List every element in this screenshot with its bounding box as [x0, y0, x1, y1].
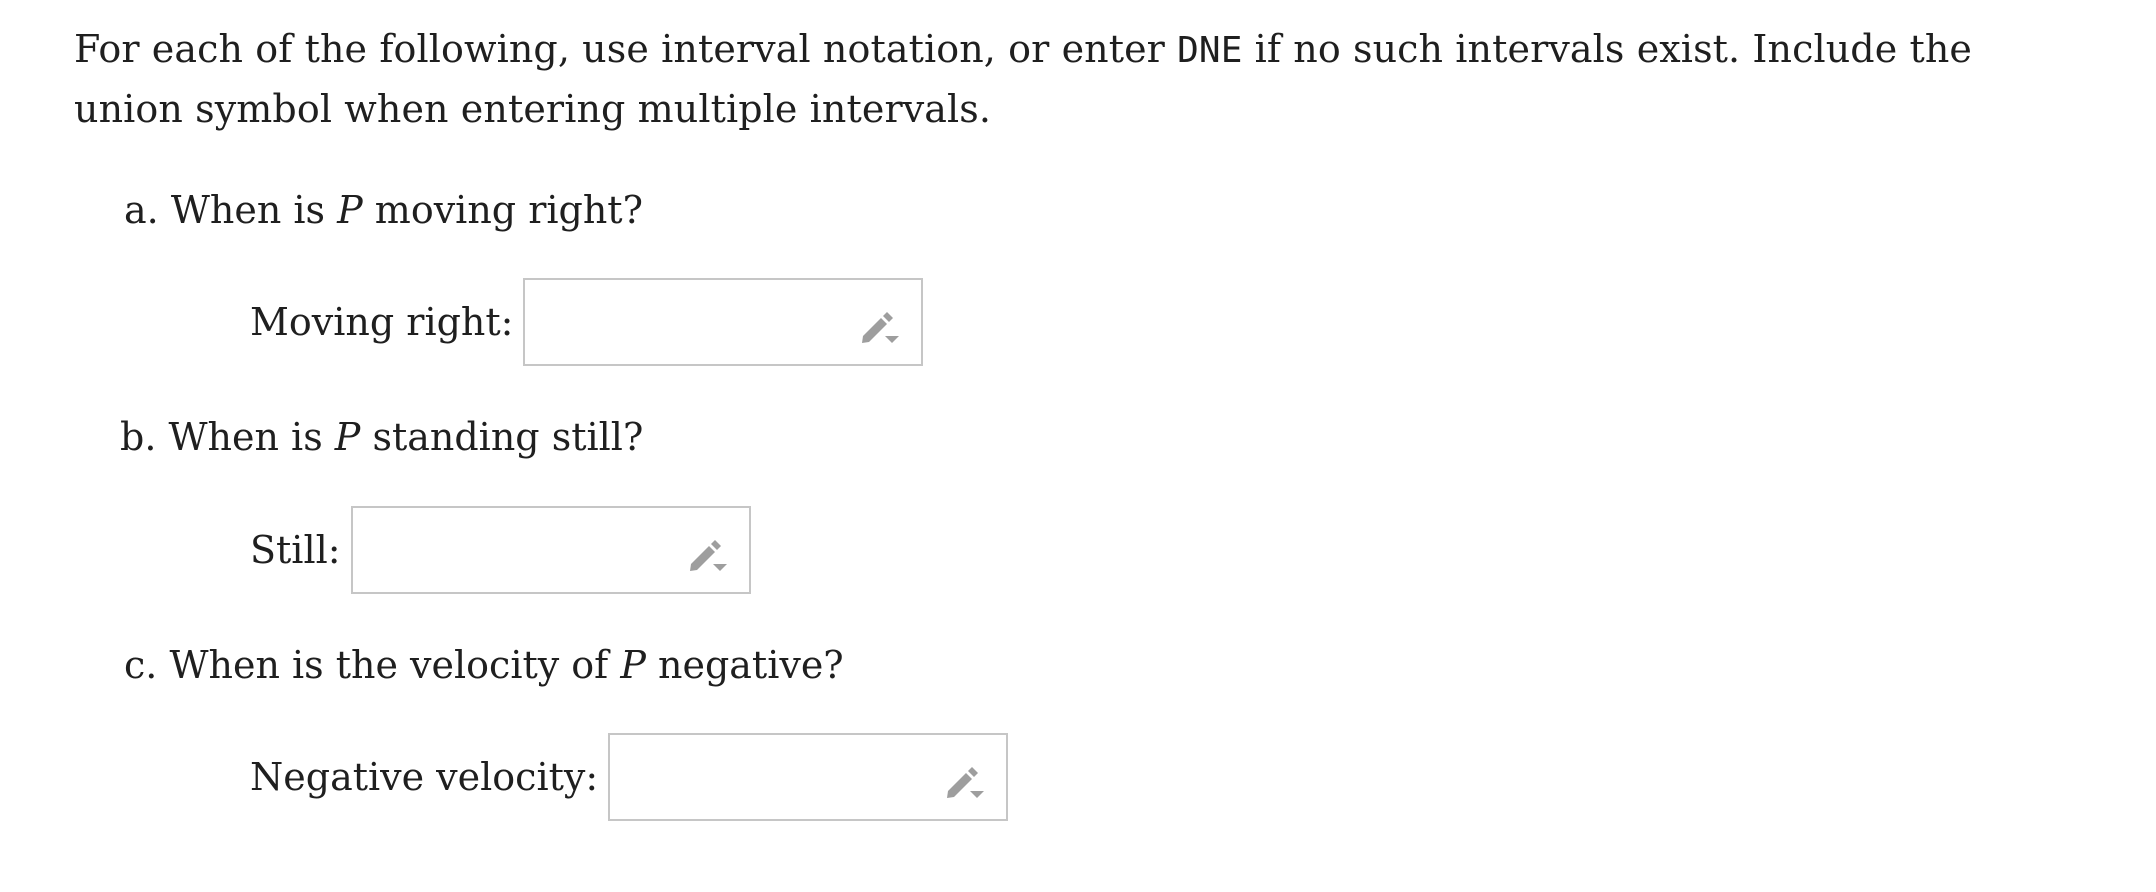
negative-velocity-input[interactable] [610, 735, 953, 819]
answer-row-moving-right: Moving right: [250, 277, 924, 367]
question-b-variable: P [334, 415, 361, 459]
negative-velocity-label: Negative velocity: [250, 755, 599, 799]
negative-velocity-answer-box[interactable] [608, 733, 1009, 821]
question-a-prefix: a. When is [124, 188, 338, 232]
pencil-dropdown-icon[interactable] [944, 761, 988, 801]
problem-page: For each of the following, use interval … [0, 0, 2156, 892]
question-c-suffix: negative? [645, 643, 844, 687]
question-b: b. When is P standing still? [120, 413, 643, 461]
question-c: c. When is the velocity of P negative? [124, 641, 844, 689]
question-b-prefix: b. When is [120, 415, 335, 459]
question-c-prefix: c. When is the velocity of [124, 643, 621, 687]
instructions-text-before-code: For each of the following, use interval … [74, 27, 1178, 71]
moving-right-label: Moving right: [250, 300, 514, 344]
problem-instructions: For each of the following, use interval … [74, 20, 2084, 138]
dne-code: DNE [1177, 30, 1243, 71]
answer-row-negative-velocity: Negative velocity: [250, 732, 1009, 822]
pencil-dropdown-icon[interactable] [687, 534, 731, 574]
answer-row-still: Still: [250, 505, 751, 595]
still-answer-box[interactable] [350, 506, 751, 594]
pencil-dropdown-icon[interactable] [859, 306, 903, 346]
question-c-variable: P [620, 643, 646, 687]
still-label: Still: [250, 528, 341, 572]
moving-right-answer-box[interactable] [523, 278, 924, 366]
question-b-suffix: standing still? [360, 415, 644, 459]
question-a-suffix: moving right? [362, 188, 643, 232]
still-input[interactable] [352, 508, 695, 592]
question-a: a. When is P moving right? [124, 186, 643, 234]
moving-right-input[interactable] [525, 280, 868, 364]
question-a-variable: P [337, 188, 363, 232]
